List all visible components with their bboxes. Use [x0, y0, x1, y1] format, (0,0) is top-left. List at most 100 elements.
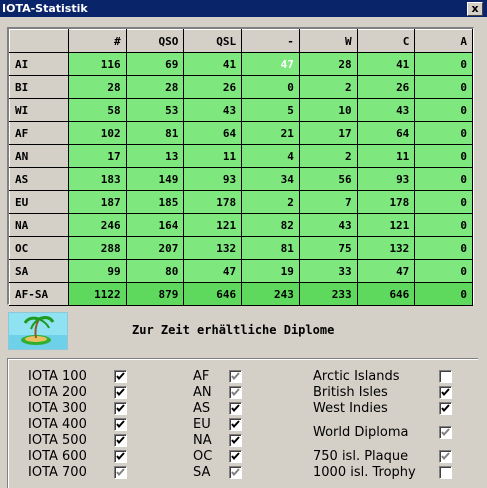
table-cell[interactable]: 207 — [126, 236, 185, 260]
table-cell[interactable]: 26 — [357, 75, 416, 99]
diplome-checkbox[interactable] — [439, 450, 452, 463]
table-cell[interactable]: 178 — [183, 190, 243, 214]
table-cell[interactable]: 233 — [299, 282, 358, 306]
table-row[interactable]: EU 187 185 178 2 7 178 0 — [9, 190, 473, 214]
table-cell[interactable]: 28 — [126, 75, 185, 99]
table-cell[interactable]: 11 — [357, 144, 416, 168]
table-row[interactable]: AI 116 69 41 47 28 41 0 — [9, 52, 473, 76]
table-cell[interactable]: 81 — [241, 236, 300, 260]
table-row[interactable]: WI 58 53 43 5 10 43 0 — [9, 98, 473, 122]
table-cell[interactable]: 43 — [183, 98, 243, 122]
row-header[interactable]: EU — [9, 190, 69, 214]
table-cell[interactable]: 34 — [241, 167, 300, 191]
table-cell[interactable]: 69 — [126, 52, 185, 76]
column-header[interactable]: # — [67, 29, 127, 53]
table-cell[interactable]: 116 — [68, 52, 127, 76]
table-cell[interactable]: 17 — [299, 121, 358, 145]
table-row[interactable]: OC 288 207 132 81 75 132 0 — [9, 236, 473, 260]
table-cell[interactable]: 93 — [183, 167, 243, 191]
table-cell[interactable]: 102 — [68, 121, 127, 145]
table-cell[interactable]: 93 — [357, 167, 416, 191]
table-cell[interactable]: 47 — [357, 259, 416, 283]
table-cell[interactable]: 47 — [241, 52, 300, 76]
table-cell[interactable]: 28 — [299, 52, 358, 76]
table-cell[interactable]: 0 — [414, 144, 473, 168]
table-cell[interactable]: 121 — [183, 213, 243, 237]
table-cell[interactable]: 1122 — [68, 282, 127, 306]
table-cell[interactable]: 43 — [299, 213, 358, 237]
statistics-grid[interactable]: # QSO QSL - W C A AI 116 69 41 47 28 41 0 BI 28 28 26 0 2 26… — [7, 27, 474, 306]
table-cell[interactable]: 0 — [414, 259, 473, 283]
table-cell[interactable]: 0 — [414, 75, 473, 99]
table-cell[interactable]: 75 — [299, 236, 358, 260]
close-button[interactable]: x — [467, 2, 483, 16]
diplome-checkbox[interactable] — [439, 466, 452, 479]
table-cell[interactable]: 246 — [68, 213, 127, 237]
table-cell[interactable]: 11 — [183, 144, 243, 168]
table-cell[interactable]: 64 — [183, 121, 243, 145]
table-cell[interactable]: 56 — [299, 167, 358, 191]
diplome-checkbox[interactable] — [229, 370, 242, 383]
table-cell[interactable]: 17 — [68, 144, 127, 168]
table-cell[interactable]: 132 — [183, 236, 243, 260]
row-header[interactable]: AS — [9, 167, 69, 191]
row-header[interactable]: SA — [9, 259, 69, 283]
row-header[interactable]: AI — [9, 52, 69, 76]
row-header[interactable]: WI — [9, 98, 69, 122]
table-cell[interactable]: 13 — [126, 144, 185, 168]
diplome-checkbox[interactable] — [439, 402, 452, 415]
table-cell[interactable]: 243 — [241, 282, 300, 306]
table-cell[interactable]: 26 — [183, 75, 243, 99]
table-cell[interactable]: 19 — [241, 259, 300, 283]
column-header[interactable]: A — [414, 29, 473, 53]
row-header[interactable]: NA — [9, 213, 69, 237]
column-header[interactable]: C — [356, 29, 416, 53]
column-header[interactable]: W — [298, 29, 358, 53]
table-cell[interactable]: 21 — [241, 121, 300, 145]
table-cell[interactable]: 81 — [126, 121, 185, 145]
table-cell[interactable]: 80 — [126, 259, 185, 283]
table-cell[interactable]: 646 — [183, 282, 243, 306]
diplome-checkbox[interactable] — [114, 402, 127, 415]
table-cell[interactable]: 5 — [241, 98, 300, 122]
table-cell[interactable]: 82 — [241, 213, 300, 237]
diplome-checkbox[interactable] — [229, 418, 242, 431]
diplome-checkbox[interactable] — [229, 386, 242, 399]
table-cell[interactable]: 178 — [357, 190, 416, 214]
row-header[interactable]: BI — [9, 75, 69, 99]
table-cell[interactable]: 4 — [241, 144, 300, 168]
diplome-checkbox[interactable] — [229, 466, 242, 479]
diplome-checkbox[interactable] — [114, 434, 127, 447]
diplome-checkbox[interactable] — [439, 426, 452, 439]
table-cell[interactable]: 132 — [357, 236, 416, 260]
table-cell[interactable]: 121 — [357, 213, 416, 237]
column-header[interactable]: - — [241, 29, 300, 53]
table-cell[interactable]: 185 — [126, 190, 185, 214]
table-cell[interactable]: 99 — [68, 259, 127, 283]
table-cell[interactable]: 64 — [357, 121, 416, 145]
table-row[interactable]: NA 246 164 121 82 43 121 0 — [9, 213, 473, 237]
table-cell[interactable]: 0 — [414, 121, 473, 145]
table-cell[interactable]: 0 — [414, 282, 473, 306]
column-header[interactable]: QSL — [183, 29, 243, 53]
diplome-checkbox[interactable] — [439, 386, 452, 399]
diplome-checkbox[interactable] — [229, 434, 242, 447]
table-cell[interactable]: 0 — [414, 167, 473, 191]
table-cell[interactable]: 0 — [414, 236, 473, 260]
row-header[interactable]: AF — [9, 121, 69, 145]
table-cell[interactable]: 43 — [357, 98, 416, 122]
diplome-checkbox[interactable] — [114, 450, 127, 463]
table-cell[interactable]: 646 — [357, 282, 416, 306]
diplome-checkbox[interactable] — [114, 370, 127, 383]
table-cell[interactable]: 0 — [414, 52, 473, 76]
table-cell[interactable]: 28 — [68, 75, 127, 99]
table-row[interactable]: AF-SA 1122 879 646 243 233 646 0 — [9, 282, 473, 306]
row-header[interactable]: AF-SA — [9, 282, 69, 306]
table-cell[interactable]: 183 — [68, 167, 127, 191]
diplome-checkbox[interactable] — [114, 466, 127, 479]
table-cell[interactable]: 53 — [126, 98, 185, 122]
diplome-checkbox[interactable] — [229, 402, 242, 415]
row-header[interactable]: OC — [9, 236, 69, 260]
table-cell[interactable]: 0 — [414, 98, 473, 122]
table-row[interactable]: BI 28 28 26 0 2 26 0 — [9, 75, 473, 99]
